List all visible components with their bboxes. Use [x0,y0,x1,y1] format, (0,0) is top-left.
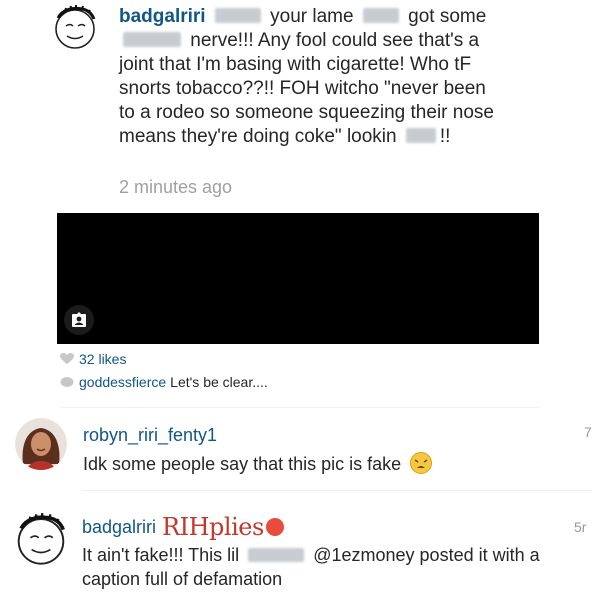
speech-bubble-icon [60,377,74,387]
comment-age: 7 [584,424,592,440]
media-image[interactable] [57,213,539,344]
comment-body: Idk some people say that this pic is fak… [83,452,433,475]
watermark-logo: RIHplies [162,513,264,541]
comment-text: It ain't fake!!! This lil [82,545,240,565]
likes-count[interactable]: 32 likes [79,351,126,367]
censored-word [248,547,305,562]
divider [82,490,592,491]
censored-word [362,8,399,23]
comment-text: badgalriri your lame got some nerve!!! A… [119,5,504,149]
caption-row: goddessfierce Let's be clear.... [60,374,268,390]
mention-link[interactable]: @1ezmoney [313,545,414,565]
profile-photo-icon [15,418,67,470]
comment-body: It ain't fake!!! This lil @1ezmoney post… [82,543,582,591]
comment-username[interactable]: robyn_riri_fenty1 [83,425,217,446]
comment-username[interactable]: badgalriri [82,517,156,538]
comment-username[interactable]: badgalriri [119,6,206,27]
divider [60,407,540,408]
censored-word [123,32,181,47]
person-tag-icon[interactable] [64,305,94,335]
meme-face-icon [55,5,96,49]
avatar-meme-face[interactable] [52,4,98,50]
caption-username[interactable]: goddessfierce [79,374,166,390]
likes-row: 32 likes [60,351,126,367]
avatar-user-photo[interactable] [15,418,67,470]
watermark-face-icon [265,518,284,536]
comment-text-part: nerve!!! Any fool could see that's a joi… [119,30,494,147]
weary-face-icon [410,452,433,474]
comment-text: Idk some people say that this pic is fak… [83,454,402,474]
meme-face-icon [17,513,65,565]
censored-word [405,128,436,143]
comment-text-part: got some [408,6,487,27]
username-line: badgalriri RIHplies [82,513,284,541]
comment-age: 5r [574,519,587,535]
comment-text-part: !! [439,126,451,147]
comment-text-part: your lame [270,6,354,27]
censored-word [214,8,261,23]
caption-text: Let's be clear.... [170,374,268,390]
comment-timestamp: 2 minutes ago [119,177,233,197]
heart-icon[interactable] [60,353,74,365]
avatar-meme-face[interactable] [14,512,68,566]
